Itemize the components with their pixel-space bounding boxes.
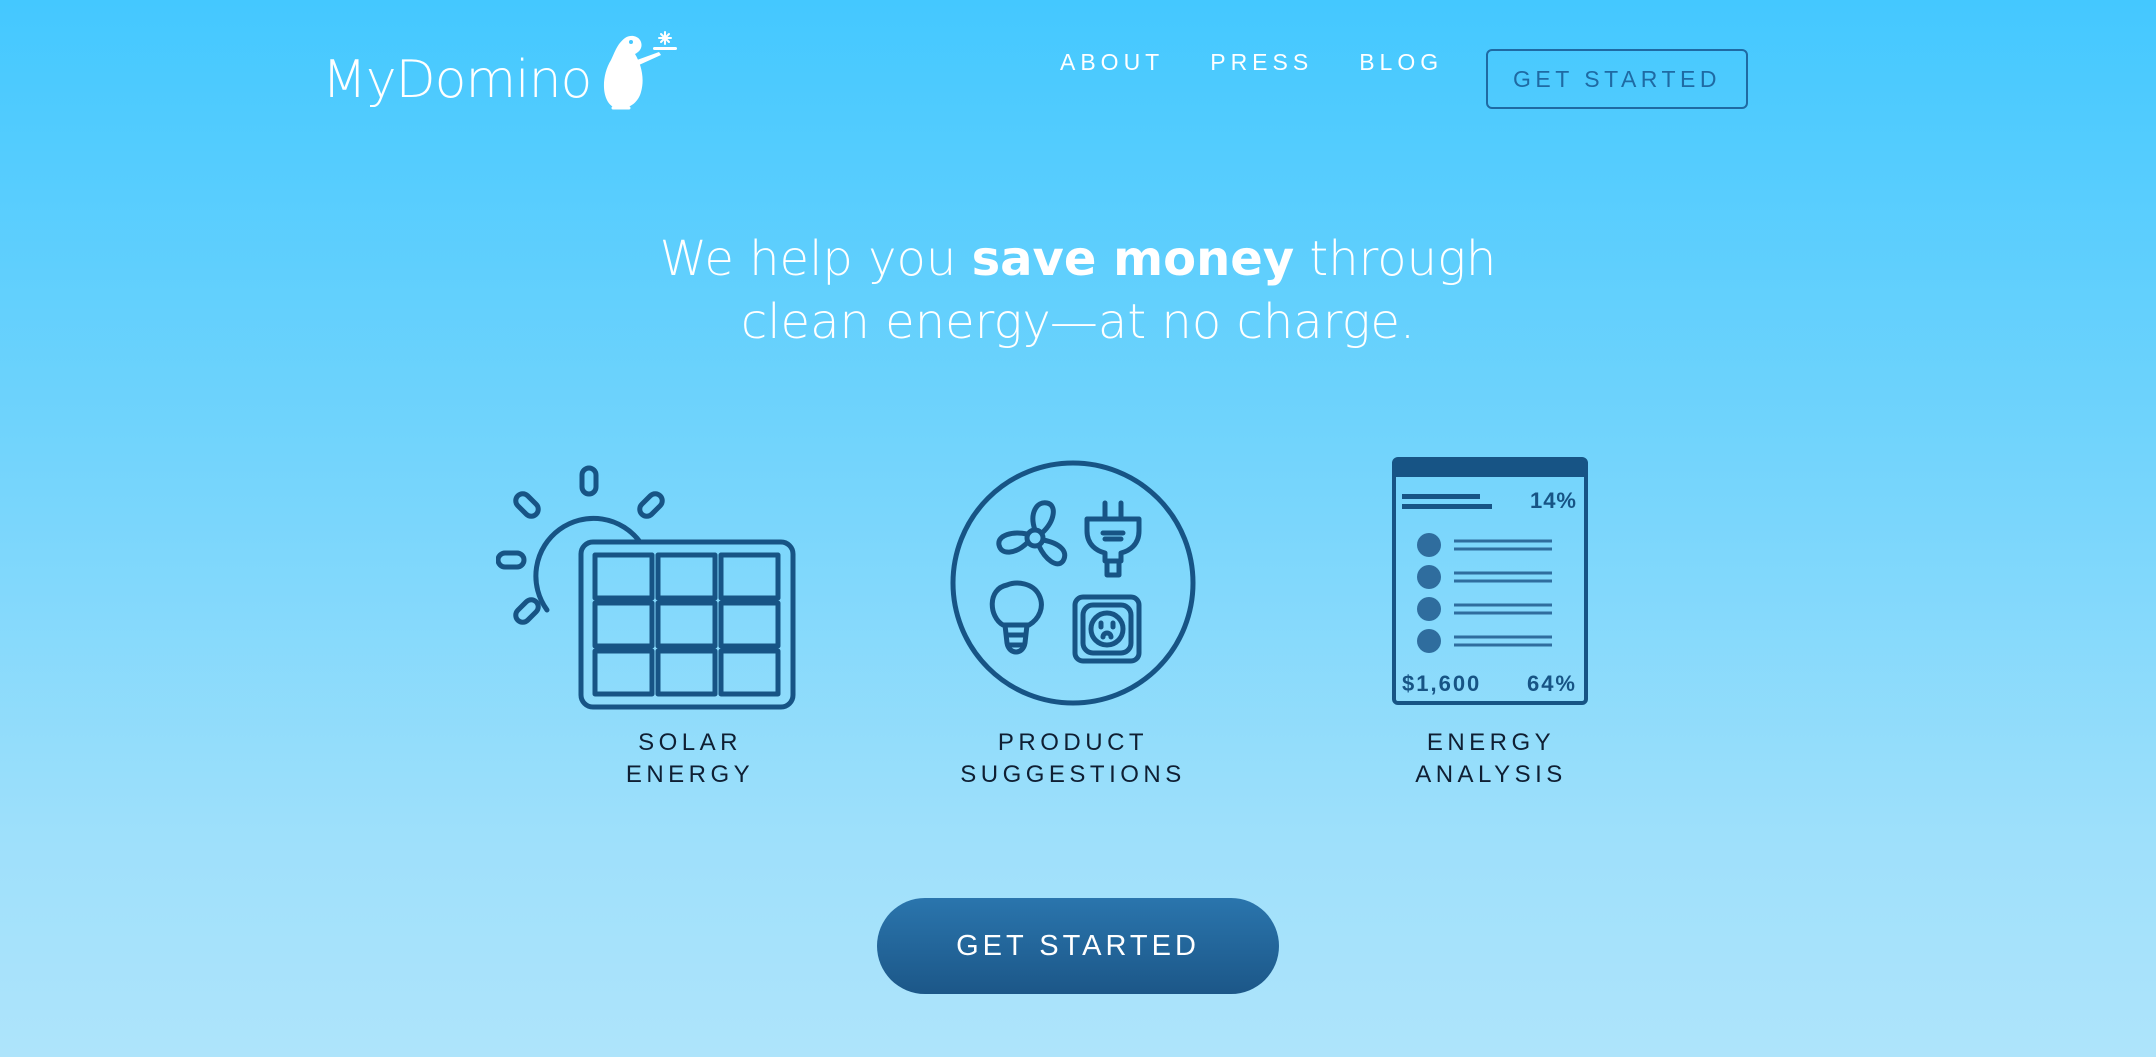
- report-percent-bottom: 64%: [1527, 671, 1577, 696]
- nav-about[interactable]: ABOUT: [1060, 49, 1164, 76]
- outlet-icon: [1072, 594, 1142, 664]
- feature-solar-line2: ENERGY: [625, 761, 755, 788]
- headline-post: through: [1294, 231, 1497, 287]
- feature-products-line1: PRODUCT: [997, 729, 1149, 756]
- feature-solar-label: SOLAR ENERGY: [530, 727, 850, 791]
- headline-line2: clean energy—at no charge.: [740, 294, 1416, 350]
- penguin-logo-icon: [604, 31, 678, 110]
- products-icon: [950, 460, 1196, 706]
- feature-solar-line1: SOLAR: [638, 729, 742, 756]
- feature-products-line2: SUGGESTIONS: [960, 761, 1186, 788]
- report-percent-top: 14%: [1530, 488, 1577, 513]
- headline-line1: We help you save money through: [660, 231, 1497, 287]
- plug-icon: [1084, 500, 1142, 578]
- report-icon: 14% $1,600 64%: [1392, 457, 1588, 705]
- headline-bold: save money: [971, 231, 1295, 287]
- logo[interactable]: MyDomino: [322, 30, 681, 110]
- headline-pre: We help you: [659, 231, 972, 287]
- lightbulb-icon: [989, 580, 1044, 655]
- solar-panel-icon: [496, 465, 796, 710]
- fan-icon: [996, 500, 1068, 567]
- nav-press[interactable]: PRESS: [1210, 49, 1313, 76]
- feature-analysis-line1: ENERGY: [1426, 729, 1556, 756]
- hero-headline: We help you save money through clean ene…: [0, 228, 2156, 354]
- feature-analysis: 14% $1,600 64%: [1392, 457, 1588, 707]
- feature-analysis-label: ENERGY ANALYSIS: [1331, 727, 1651, 791]
- feature-solar: [496, 462, 798, 712]
- logo-text: MyDomino: [322, 50, 592, 110]
- main-nav: ABOUT PRESS BLOG: [1060, 49, 1489, 76]
- report-amount: $1,600: [1402, 671, 1481, 696]
- feature-products-label: PRODUCT SUGGESTIONS: [913, 727, 1233, 791]
- get-started-button[interactable]: GET STARTED: [877, 898, 1279, 994]
- nav-blog[interactable]: BLOG: [1359, 49, 1443, 76]
- feature-products: [949, 459, 1197, 707]
- feature-analysis-line2: ANALYSIS: [1415, 761, 1567, 788]
- header-get-started-button[interactable]: GET STARTED: [1486, 49, 1748, 109]
